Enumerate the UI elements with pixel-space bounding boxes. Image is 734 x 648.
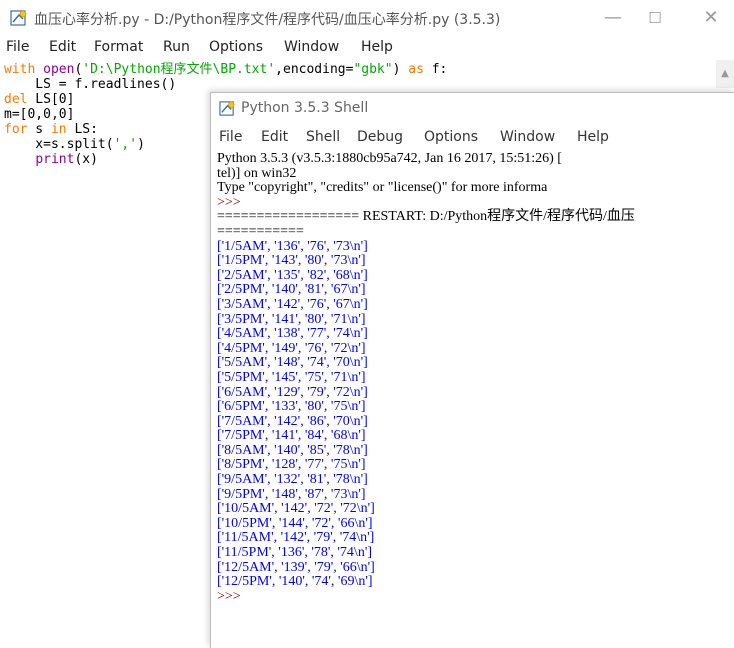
minimize-button[interactable]: —	[590, 4, 636, 32]
output-line: ['12/5AM', '139', '79', '66\n']	[217, 559, 375, 575]
shell-menubar: File Edit Shell Debug Options Window Hel…	[211, 128, 734, 150]
restart-line: ================== RESTART: D:/Python程序文…	[217, 209, 635, 225]
output-line: ['8/5PM', '128', '77', '75\n']	[217, 457, 366, 473]
output-line: ['9/5PM', '148', '87', '73\n']	[217, 486, 366, 502]
output-line: ['1/5PM', '143', '80', '73\n']	[217, 253, 366, 269]
output-line: ['7/5AM', '142', '86', '70\n']	[217, 413, 368, 429]
shell-menu-edit[interactable]: Edit	[261, 129, 288, 145]
shell-menu-file[interactable]: File	[219, 129, 242, 145]
maximize-button[interactable]: ☐	[632, 4, 678, 32]
menu-window[interactable]: Window	[284, 39, 339, 55]
shell-menu-window[interactable]: Window	[500, 129, 555, 145]
editor-title: 血压心率分析.py - D:/Python程序文件/程序代码/血压心率分析.py…	[34, 12, 501, 28]
output-line: ['1/5AM', '136', '76', '73\n']	[217, 238, 368, 254]
code-line: LS = f.readlines()	[4, 77, 177, 92]
output-line: ['10/5AM', '142', '72', '72\n']	[217, 501, 375, 517]
menu-help[interactable]: Help	[361, 39, 393, 55]
menu-options[interactable]: Options	[209, 39, 263, 55]
shell-menu-debug[interactable]: Debug	[357, 129, 403, 145]
menu-edit[interactable]: Edit	[49, 39, 76, 55]
shell-window: Python 3.5.3 Shell File Edit Shell Debug…	[210, 92, 734, 648]
scroll-up-arrow[interactable]: ▲	[716, 60, 734, 88]
python-idle-icon	[10, 10, 27, 26]
output-line: ['5/5PM', '145', '75', '71\n']	[217, 369, 366, 385]
shell-banner: Python 3.5.3 (v3.5.3:1880cb95a742, Jan 1…	[217, 152, 562, 166]
output-line: ['3/5AM', '142', '76', '67\n']	[217, 296, 368, 312]
output-line: ['11/5AM', '142', '79', '74\n']	[217, 530, 375, 546]
close-button[interactable]: ✕	[688, 4, 734, 32]
output-line: ['11/5PM', '136', '78', '74\n']	[217, 545, 372, 561]
output-line: ['12/5PM', '140', '74', '69\n']	[217, 574, 373, 590]
shell-menu-help[interactable]: Help	[577, 129, 609, 145]
output-line: ['5/5AM', '148', '74', '70\n']	[217, 355, 368, 371]
output-line: ['7/5PM', '141', '84', '68\n']	[217, 428, 366, 444]
shell-titlebar[interactable]: Python 3.5.3 Shell	[211, 93, 734, 123]
shell-console[interactable]: Python 3.5.3 (v3.5.3:1880cb95a742, Jan 1…	[217, 152, 734, 604]
python-shell-icon	[219, 101, 235, 116]
output-line: ['3/5PM', '141', '80', '71\n']	[217, 311, 366, 327]
editor-titlebar[interactable]: 血压心率分析.py - D:/Python程序文件/程序代码/血压心率分析.py…	[0, 0, 734, 36]
output-line: ['2/5PM', '140', '81', '67\n']	[217, 282, 366, 298]
shell-menu-shell[interactable]: Shell	[306, 129, 340, 145]
output-line: ['8/5AM', '140', '85', '78\n']	[217, 442, 368, 458]
shell-title: Python 3.5.3 Shell	[241, 100, 369, 116]
shell-menu-options[interactable]: Options	[424, 129, 478, 145]
shell-prompt: >>>	[217, 588, 245, 604]
shell-prompt: >>>	[217, 194, 245, 210]
menu-run[interactable]: Run	[163, 39, 190, 55]
output-line: ['9/5AM', '132', '81', '78\n']	[217, 472, 368, 488]
output-line: ['6/5AM', '129', '79', '72\n']	[217, 384, 368, 400]
output-line: ['2/5AM', '135', '82', '68\n']	[217, 267, 368, 283]
output-line: ['6/5PM', '133', '80', '75\n']	[217, 399, 366, 415]
output-line: ['10/5PM', '144', '72', '66\n']	[217, 515, 373, 531]
editor-menubar: File Edit Format Run Options Window Help	[0, 37, 734, 59]
menu-file[interactable]: File	[6, 39, 29, 55]
output-line: ['4/5PM', '149', '76', '72\n']	[217, 340, 366, 356]
output-line: ['4/5AM', '138', '77', '74\n']	[217, 326, 368, 342]
menu-format[interactable]: Format	[94, 39, 143, 55]
code-line: m=[0,0,0]	[4, 107, 75, 122]
